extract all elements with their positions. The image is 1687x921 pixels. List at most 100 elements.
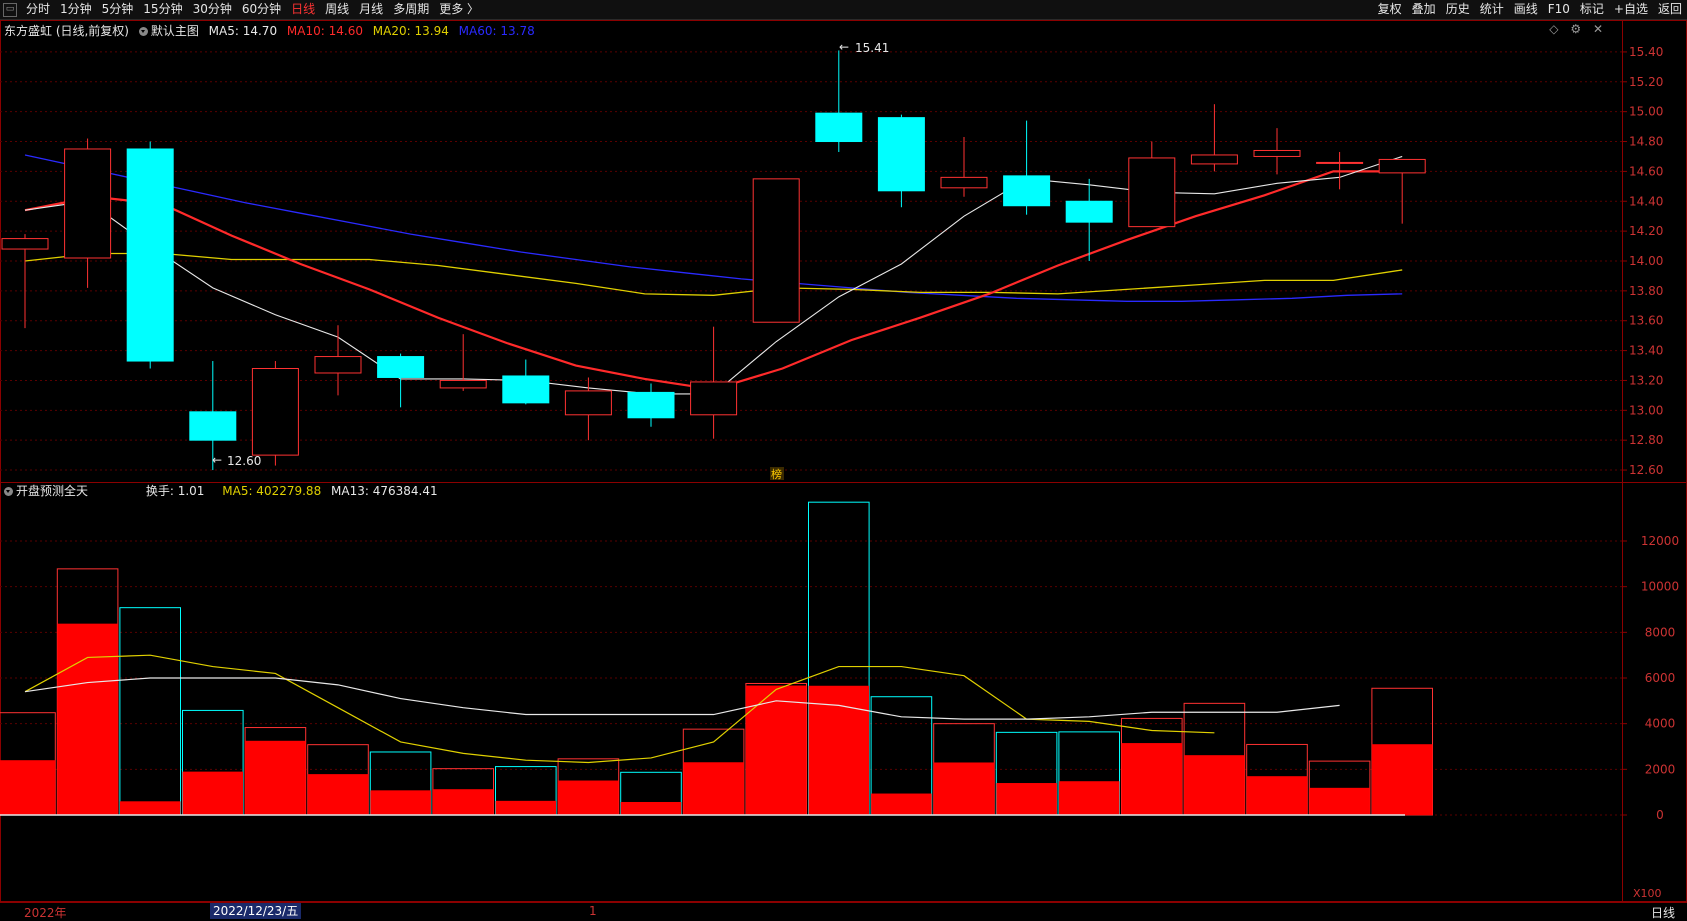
chart-template[interactable]: 默认主图 (151, 24, 199, 38)
candle-body (752, 178, 800, 323)
candle-body (1065, 200, 1113, 223)
tab-fenshi[interactable]: 分时 (21, 0, 55, 19)
price-tick-label: 15.20 (1629, 75, 1663, 89)
price-tick-label: 13.20 (1629, 373, 1663, 387)
price-tick-label: 14.60 (1629, 164, 1663, 178)
stats-button[interactable]: 统计 (1475, 0, 1509, 19)
price-tick-label: 14.80 (1629, 135, 1663, 149)
volume-tick-label: 8000 (1645, 625, 1676, 639)
price-tick-label: 15.00 (1629, 105, 1663, 119)
candle-body (377, 356, 425, 378)
panel-icons: ◇ ⚙ ✕ (1549, 22, 1603, 36)
close-icon[interactable]: ✕ (1593, 22, 1603, 36)
time-tick: 1 (589, 904, 597, 918)
price-tick-label: 13.40 (1629, 344, 1663, 358)
tab-1min[interactable]: 1分钟 (55, 0, 97, 19)
f10-button[interactable]: F10 (1543, 0, 1575, 19)
candle-body (439, 379, 487, 389)
settings-icon[interactable]: ⚙ (1570, 22, 1581, 36)
volume-layer (0, 501, 1434, 816)
candle-body (627, 391, 675, 419)
mark-button[interactable]: 标记 (1575, 0, 1609, 19)
adjust-button[interactable]: 复权 (1373, 0, 1407, 19)
ma20-value: MA20: 13.94 (372, 24, 449, 38)
forecast-volume-bar (245, 740, 306, 815)
candle-body (1003, 175, 1051, 207)
low-price-label: 12.60 (227, 454, 261, 468)
tab-30min[interactable]: 30分钟 (188, 0, 237, 19)
draw-line-button[interactable]: 画线 (1509, 0, 1543, 19)
forecast-volume-bar (119, 801, 181, 815)
add-watchlist-button[interactable]: +自选 (1609, 0, 1653, 19)
tab-multi-period[interactable]: 多周期 (388, 0, 434, 19)
period-label[interactable]: 日线 (1651, 904, 1675, 921)
forecast-volume-bar (495, 800, 557, 815)
volume-tick-label: 2000 (1645, 762, 1676, 776)
forecast-volume-bar (182, 771, 244, 815)
period-toolbar: ▭ 分时 1分钟 5分钟 15分钟 30分钟 60分钟 日线 周线 月线 多周期… (0, 0, 1687, 20)
marker-badge-text[interactable]: 榜 (771, 467, 782, 481)
low-arrow: ← (212, 453, 222, 467)
candle-body (690, 381, 738, 416)
candle-body (1190, 154, 1238, 165)
kline-chart[interactable]: 15.40 15.20 15.00 14.80 14.60 14.40 14.20 14.00… (0, 20, 1687, 902)
forecast-volume-bar (1246, 776, 1308, 815)
candle-body (815, 112, 863, 143)
volume-bar (119, 607, 181, 816)
candle-body (502, 375, 550, 404)
price-tick-label: 12.60 (1629, 463, 1663, 477)
tab-more[interactable]: 更多 〉 (434, 0, 484, 19)
price-axis: 15.40 15.20 15.00 14.80 14.60 14.40 14.20 14.00… (1622, 45, 1679, 822)
volume-tick-label: 6000 (1645, 671, 1676, 685)
vol-ma5-value: MA5: 402279.88 (222, 484, 322, 498)
history-button[interactable]: 历史 (1441, 0, 1475, 19)
high-arrow: ← (839, 40, 849, 54)
tab-monthly[interactable]: 月线 (354, 0, 388, 19)
candle-body (1316, 161, 1364, 164)
restore-icon[interactable]: ▭ (3, 2, 17, 17)
tab-daily[interactable]: 日线 (286, 0, 320, 19)
price-tick-label: 15.40 (1629, 45, 1663, 59)
forecast-volume-bar (1121, 743, 1183, 815)
volume-legend: 开盘预测全天 换手: 1.01 MA5: 402279.88 MA13: 476… (4, 482, 444, 499)
back-button[interactable]: 返回 (1653, 0, 1687, 19)
tab-weekly[interactable]: 周线 (320, 0, 354, 19)
volume-tick-label: 10000 (1641, 580, 1679, 594)
candle-body (564, 390, 612, 416)
candle-body (940, 176, 988, 189)
cursor-date: 2022/12/23/五 (210, 903, 302, 919)
forecast-volume-bar (1058, 781, 1120, 815)
forecast-volume-bar (683, 762, 744, 815)
candle-body (877, 117, 925, 192)
overlay-button[interactable]: 叠加 (1407, 0, 1441, 19)
volume-ma13-line (24, 677, 1340, 720)
candle-body (189, 411, 237, 441)
period-tabs: ▭ 分时 1分钟 5分钟 15分钟 30分钟 60分钟 日线 周线 月线 多周期… (0, 0, 484, 19)
turnover-value: 换手: 1.01 (145, 484, 205, 498)
high-price-label: 15.41 (855, 41, 889, 55)
price-tick-label: 12.80 (1629, 433, 1663, 447)
tab-15min[interactable]: 15分钟 (138, 0, 187, 19)
volume-tick-label: 4000 (1645, 717, 1676, 731)
candle-body (126, 148, 174, 362)
forecast-volume-bar (1371, 744, 1433, 815)
stock-title: 东方盛虹 (日线,前复权) (4, 24, 129, 38)
volume-ma5-line (24, 654, 1215, 764)
candles (1, 50, 1426, 471)
volume-scale-label: X100 (1633, 887, 1662, 900)
tab-5min[interactable]: 5分钟 (97, 0, 139, 19)
forecast-volume-bar (1309, 787, 1370, 815)
dropdown-icon[interactable] (4, 487, 13, 496)
dropdown-icon[interactable] (138, 27, 148, 36)
forecast-volume-bar (307, 774, 369, 815)
diamond-icon[interactable]: ◇ (1549, 22, 1558, 36)
main-legend: 东方盛虹 (日线,前复权) 默认主图 MA5: 14.70 MA10: 14.6… (4, 22, 541, 39)
ma60-line (24, 154, 1403, 302)
price-tick-label: 14.40 (1629, 194, 1663, 208)
candle-body (1253, 149, 1301, 157)
indicator-name[interactable]: 开盘预测全天 (16, 484, 88, 498)
price-tick-label: 13.00 (1629, 403, 1663, 417)
year-label: 2022年 (24, 906, 67, 920)
time-axis-bar: 2022年 2022/12/23/五 1 日线 (0, 902, 1687, 920)
tab-60min[interactable]: 60分钟 (237, 0, 286, 19)
